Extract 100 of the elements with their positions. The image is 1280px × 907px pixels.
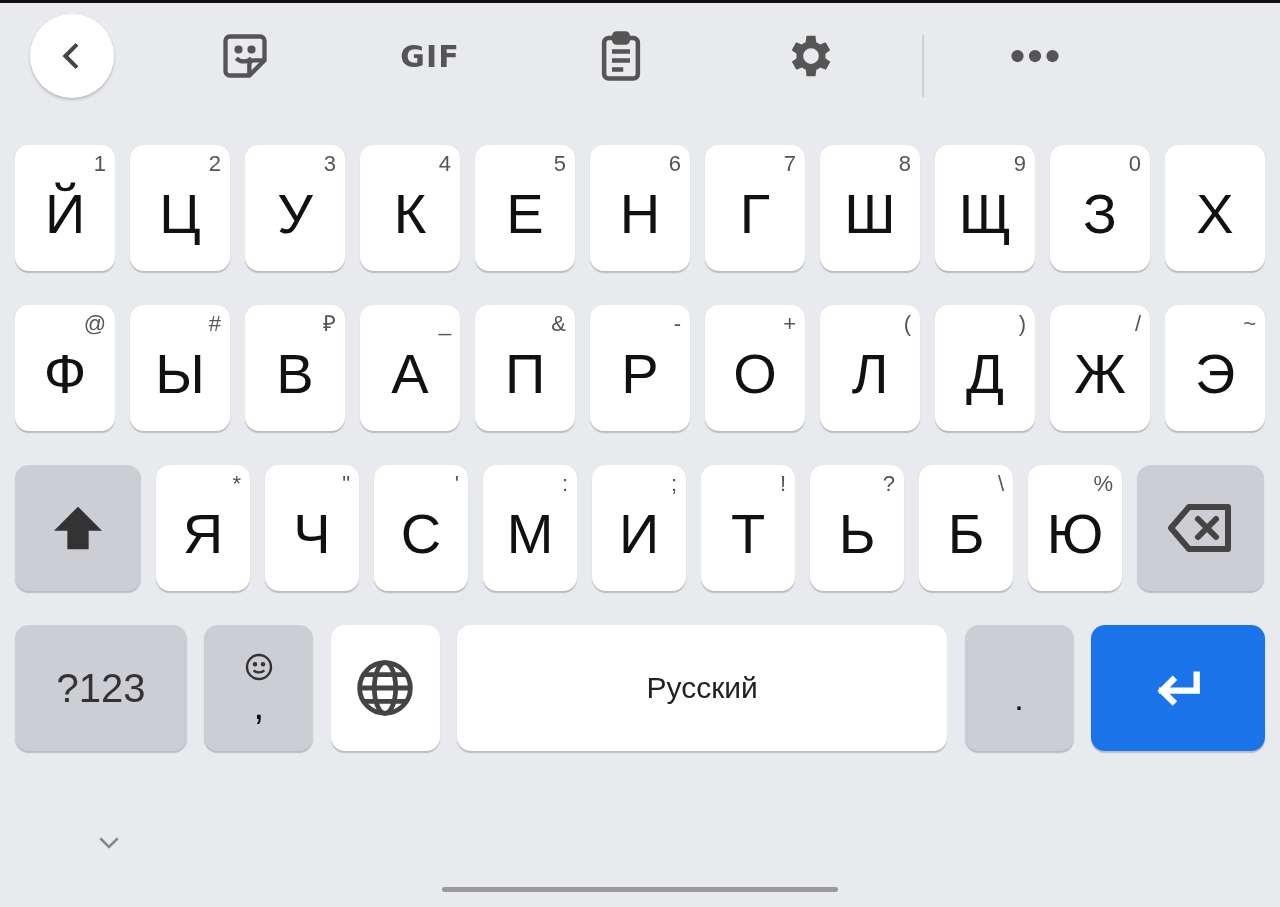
- key-letter: Л: [851, 341, 889, 402]
- key-letter: Г: [739, 181, 771, 242]
- key-letter: У: [277, 181, 313, 242]
- letter-key[interactable]: 6 Н: [590, 145, 690, 271]
- letter-key[interactable]: * Я: [156, 465, 250, 591]
- letter-key[interactable]: \ Б: [919, 465, 1013, 591]
- letter-key[interactable]: ( Л: [820, 305, 920, 431]
- key-hint: /: [1134, 313, 1141, 335]
- gif-button[interactable]: GIF: [400, 38, 460, 73]
- language-key[interactable]: [330, 625, 440, 751]
- key-letter: Э: [1194, 341, 1236, 402]
- key-hint: _: [438, 313, 451, 335]
- key-letter: Ы: [155, 341, 205, 402]
- letter-key[interactable]: # Ы: [130, 305, 230, 431]
- key-letter: Ь: [838, 501, 876, 562]
- key-letter: Р: [621, 341, 659, 402]
- key-hint: 0: [1128, 153, 1141, 175]
- letter-key[interactable]: " Ч: [265, 465, 359, 591]
- comma-key[interactable]: ,: [204, 625, 314, 751]
- letter-key[interactable]: 8 Ш: [820, 145, 920, 271]
- letter-key[interactable]: ? Ь: [810, 465, 904, 591]
- key-letter: Й: [44, 181, 86, 242]
- letter-key[interactable]: / Ж: [1050, 305, 1150, 431]
- key-hint: ': [454, 473, 459, 495]
- shift-key[interactable]: [15, 465, 141, 591]
- key-hint: ~: [1243, 313, 1256, 335]
- key-letter: В: [276, 341, 314, 402]
- key-hint: 9: [1013, 153, 1026, 175]
- letter-key[interactable]: ₽ В: [245, 305, 345, 431]
- key-hint: :: [561, 473, 568, 495]
- key-hint: 8: [898, 153, 911, 175]
- key-hint: -: [673, 313, 681, 335]
- key-letter: Е: [506, 181, 544, 242]
- key-letter: ,: [253, 685, 265, 725]
- key-letter: Х: [1196, 181, 1234, 242]
- letter-key[interactable]: 1 Й: [15, 145, 115, 271]
- key-hint: 7: [783, 153, 796, 175]
- letter-key[interactable]: ) Д: [935, 305, 1035, 431]
- letter-key[interactable]: 0 З: [1050, 145, 1150, 271]
- letter-key[interactable]: 5 Е: [475, 145, 575, 271]
- key-hint: 3: [323, 153, 336, 175]
- key-letter: М: [506, 501, 554, 562]
- letter-key[interactable]: % Ю: [1028, 465, 1122, 591]
- key-letter: П: [504, 341, 546, 402]
- letter-key[interactable]: - Р: [590, 305, 690, 431]
- letter-key[interactable]: ; И: [592, 465, 686, 591]
- letter-key[interactable]: + О: [705, 305, 805, 431]
- key-hint: 6: [668, 153, 681, 175]
- key-letter: Б: [947, 501, 985, 562]
- key-hint: #: [208, 313, 221, 335]
- key-letter: И: [618, 501, 660, 562]
- key-hint: &: [551, 313, 566, 335]
- letter-key[interactable]: 4 К: [360, 145, 460, 271]
- key-letter: Ж: [1074, 341, 1126, 402]
- key-hint: ): [1018, 313, 1026, 335]
- key-letter: Н: [619, 181, 661, 242]
- key-letter: З: [1083, 181, 1117, 242]
- key-hint: ?: [882, 473, 895, 495]
- symbols-key[interactable]: ?123: [15, 625, 187, 751]
- letter-key[interactable]: 7 Г: [705, 145, 805, 271]
- key-hint: @: [83, 313, 106, 335]
- key-letter: Ч: [293, 501, 331, 562]
- key-hint: 1: [93, 153, 106, 175]
- letter-key[interactable]: @ Ф: [15, 305, 115, 431]
- key-letter: .: [1014, 677, 1024, 718]
- key-letter: Ю: [1046, 501, 1104, 562]
- letter-key[interactable]: 9 Щ: [935, 145, 1035, 271]
- key-hint: !: [779, 473, 786, 495]
- period-key[interactable]: .: [964, 625, 1074, 751]
- key-letter: С: [400, 501, 442, 562]
- key-hint: 2: [208, 153, 221, 175]
- key-hint: ;: [670, 473, 677, 495]
- key-hint: *: [232, 473, 241, 495]
- letter-key[interactable]: 3 У: [245, 145, 345, 271]
- letter-key[interactable]: Х: [1165, 145, 1265, 271]
- letter-key[interactable]: _ А: [360, 305, 460, 431]
- letter-key[interactable]: 2 Ц: [130, 145, 230, 271]
- space-key[interactable]: Русский: [457, 625, 948, 751]
- letter-key[interactable]: ~ Э: [1165, 305, 1265, 431]
- key-hint: +: [783, 313, 796, 335]
- key-hint: 5: [553, 153, 566, 175]
- key-hint: ₽: [323, 313, 336, 335]
- letter-key[interactable]: & П: [475, 305, 575, 431]
- backspace-key[interactable]: [1137, 465, 1264, 591]
- key-letter: К: [393, 181, 427, 242]
- key-letter: О: [733, 341, 777, 402]
- enter-key[interactable]: [1090, 625, 1265, 751]
- key-hint: \: [997, 473, 1004, 495]
- key-letter: Ш: [844, 181, 896, 242]
- key-letter: А: [391, 341, 429, 402]
- key-letter: Ф: [43, 341, 87, 402]
- more-icon: [1010, 48, 1060, 63]
- letter-key[interactable]: ! Т: [701, 465, 795, 591]
- letter-key[interactable]: ' С: [374, 465, 468, 591]
- key-letter: Я: [182, 501, 224, 562]
- key-hint: (: [903, 313, 911, 335]
- key-hint: 4: [438, 153, 451, 175]
- letter-key[interactable]: : М: [483, 465, 577, 591]
- key-hint: %: [1093, 473, 1113, 495]
- key-letter: Т: [730, 501, 766, 562]
